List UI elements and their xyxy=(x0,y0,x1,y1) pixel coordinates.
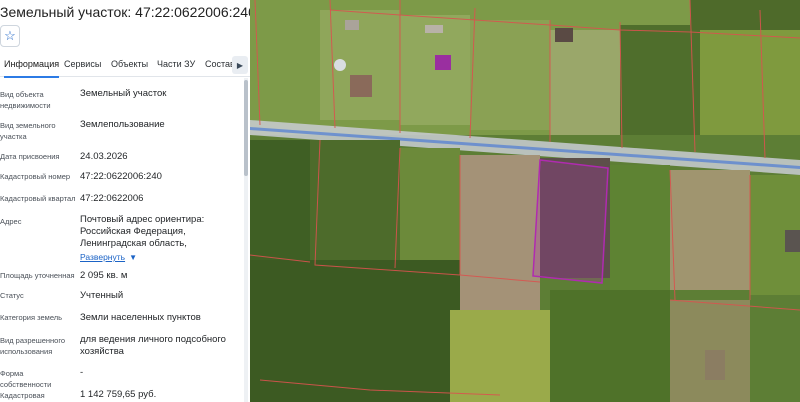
tree-belt xyxy=(550,290,670,402)
field-label: Кадастровый квартал xyxy=(0,194,76,203)
tab-parcel-parts[interactable]: Части ЗУ xyxy=(157,54,195,76)
field-label: Форма собственности xyxy=(0,369,52,389)
chevron-down-icon: ▼ xyxy=(129,253,137,262)
building xyxy=(705,350,725,380)
plowed-plot xyxy=(460,155,540,320)
tab-information[interactable]: Информация xyxy=(4,54,60,78)
tab-objects[interactable]: Объекты xyxy=(111,54,148,76)
field-value: Учтенный xyxy=(80,290,124,301)
scrollbar-thumb[interactable] xyxy=(244,80,248,176)
favorite-button[interactable]: ☆ xyxy=(0,25,20,47)
field-value: 47:22:0622006:240 xyxy=(80,171,162,182)
field-value: Земли населенных пунктов xyxy=(80,312,201,323)
satellite-map[interactable] xyxy=(250,0,800,402)
field-label: Кадастровый номер xyxy=(0,172,71,181)
field-label: Вид объекта недвижимости xyxy=(0,90,51,110)
tree-belt xyxy=(310,140,400,265)
tab-composition[interactable]: Состав xyxy=(205,54,235,76)
info-panel: Земельный участок: 47:22:0622006:240 ☆ И… xyxy=(0,0,251,402)
field-label: Статус xyxy=(0,291,24,300)
field-value: 24.03.2026 xyxy=(80,151,128,162)
tab-services[interactable]: Сервисы xyxy=(64,54,101,76)
selected-parcel-outline[interactable] xyxy=(532,159,609,284)
field-patch xyxy=(470,20,550,130)
field-value: - xyxy=(80,367,84,378)
field-label: Площадь уточненная xyxy=(0,271,75,280)
field-value: 1 142 759,65 руб. xyxy=(80,389,157,400)
tabs-next-button[interactable]: ▶ xyxy=(232,56,248,74)
page-title: Земельный участок: 47:22:0622006:240 xyxy=(0,4,251,20)
field-value: 2 095 кв. м xyxy=(80,270,128,281)
building xyxy=(350,75,372,97)
field-label: Дата присвоения xyxy=(0,152,60,161)
field-label: Адрес xyxy=(0,217,22,226)
tree-cluster xyxy=(690,0,800,30)
expand-link-label: Развернуть xyxy=(80,252,126,262)
map-canvas xyxy=(250,0,800,402)
field-patch xyxy=(320,10,400,120)
field-label: Категория земель xyxy=(0,313,63,322)
field-label: Вид земельного участка xyxy=(0,121,56,141)
water-tank xyxy=(334,59,346,71)
building xyxy=(345,20,359,30)
forest-left xyxy=(250,140,310,260)
building xyxy=(425,25,443,33)
field-value: Почтовый адрес ориентира: Российская Фед… xyxy=(80,214,205,249)
tab-bar: Информация Сервисы Объекты Части ЗУ Сост… xyxy=(0,54,250,78)
forest-bottom xyxy=(250,260,460,402)
field-patch xyxy=(550,30,620,135)
meadow xyxy=(450,310,560,402)
chevron-right-icon: ▶ xyxy=(236,60,244,70)
field-patch xyxy=(670,170,750,290)
field-patch xyxy=(400,148,460,268)
field-label: Кадастровая xyxy=(0,391,45,400)
building xyxy=(435,55,451,70)
field-value: для ведения личного подсобного хозяйства xyxy=(80,334,226,357)
field-label: Вид разрешенного использования xyxy=(0,336,66,356)
tree-cluster xyxy=(620,25,700,135)
field-value: Землепользование xyxy=(80,119,165,130)
star-outline-icon: ☆ xyxy=(4,28,16,43)
field-value: 47:22:0622006 xyxy=(80,193,144,204)
expand-address-link[interactable]: Развернуть ▼ xyxy=(80,251,240,264)
building xyxy=(785,230,800,252)
field-value: Земельный участок xyxy=(80,88,167,99)
building xyxy=(555,28,573,42)
